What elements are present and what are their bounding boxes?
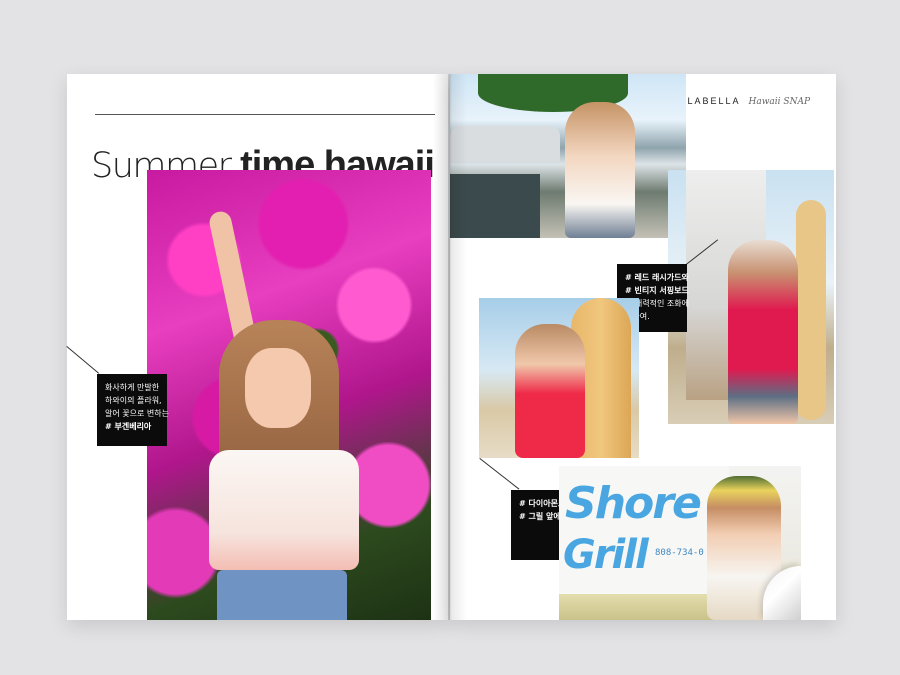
caption-line: 하와이의 플라워, — [105, 396, 162, 405]
caption-box-flowers: 화사하게 만발한 하와이의 플라워, 알어 꽃으로 변하는 # 부겐베리아 — [97, 374, 169, 446]
left-page: Summer time hawaii 화사하게 만발한 하와이의 플라워, 알어… — [66, 74, 448, 620]
brand-name: LABELLA — [687, 96, 740, 106]
sign-phone: 808-734-0 — [655, 548, 704, 558]
right-page: LABELLA Hawaii SNAP # 레드 래시가드와 # 빈티지 서핑보… — [450, 74, 836, 620]
caption-leader-line — [479, 458, 520, 490]
grill-sign: Shore Grill 808-734-0 — [559, 466, 729, 594]
brand-script: Hawaii SNAP — [748, 97, 811, 107]
white-top — [209, 450, 359, 570]
shore-grill-photo: Shore Grill 808-734-0 — [559, 466, 801, 620]
caption-leader-line — [66, 346, 100, 374]
lifeguard-tower-photo — [668, 170, 834, 424]
parked-car — [450, 126, 560, 162]
top-rule — [95, 114, 435, 115]
caption-hashtag: # 빈티지 서핑보드 — [625, 286, 689, 295]
reading-photo — [450, 74, 686, 238]
caption-line: 알어 꽃으로 변하는 — [105, 409, 169, 418]
flower-portrait-photo — [147, 170, 431, 620]
sign-word-grill: Grill — [563, 532, 649, 578]
magazine-stand — [450, 174, 540, 238]
surfboard-photo — [479, 298, 639, 458]
sign-word-shore: Shore — [565, 478, 702, 529]
denim-shorts — [217, 570, 347, 620]
face — [245, 348, 311, 428]
magazine-spread: Summer time hawaii 화사하게 만발한 하와이의 플라워, 알어… — [66, 74, 836, 620]
girl-reading — [565, 102, 635, 238]
brand-logo: LABELLA Hawaii SNAP — [687, 96, 810, 107]
girl-with-surfboard — [515, 324, 585, 458]
caption-line: 화사하게 만발한 — [105, 383, 160, 392]
caption-hashtag: # 레드 래시가드와 — [625, 273, 689, 282]
surfboard — [796, 200, 826, 420]
caption-hashtag: # 부겐베리아 — [105, 422, 152, 431]
girl-red-rashguard — [728, 240, 798, 424]
